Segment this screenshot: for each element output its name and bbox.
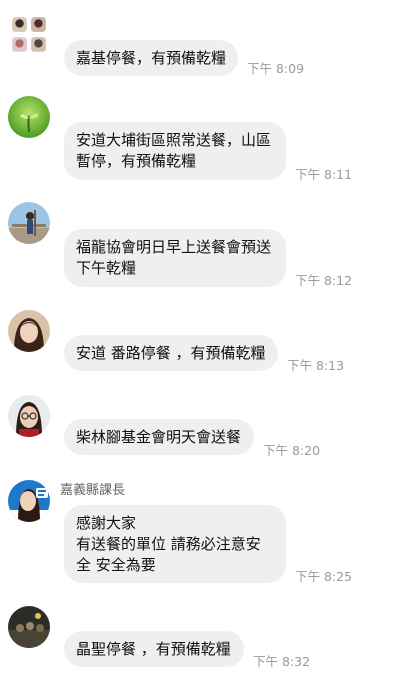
woman-portrait-avatar-icon <box>8 310 50 352</box>
outdoor-person-avatar-icon <box>8 202 50 244</box>
glasses-woman-avatar[interactable] <box>8 395 50 437</box>
chat-message-list[interactable]: 嘉基停餐，有預備乾糧 下午 8:09 安道大埔街區照常送餐，山區 暫停，有預備乾… <box>0 0 405 682</box>
outdoor-person-avatar[interactable] <box>8 202 50 244</box>
message-time: 下午 8:11 <box>295 167 353 182</box>
message-bubble[interactable]: 安道 番路停餐 ，有預備乾糧 <box>64 335 278 371</box>
group-avatar-icon <box>12 17 46 52</box>
official-avatar[interactable] <box>8 480 50 522</box>
woman-portrait-avatar[interactable] <box>8 310 50 352</box>
message-time: 下午 8:12 <box>295 273 353 288</box>
group-avatar[interactable] <box>8 14 48 54</box>
sender-name: 嘉義縣課長 <box>60 483 126 498</box>
message-time: 下午 8:09 <box>247 61 305 76</box>
message-bubble[interactable]: 安道大埔街區照常送餐，山區 暫停，有預備乾糧 <box>64 122 286 180</box>
plant-sprout-avatar[interactable] <box>8 96 50 138</box>
message-bubble[interactable]: 柴林腳基金會明天會送餐 <box>64 419 254 455</box>
message-time: 下午 8:25 <box>295 569 353 584</box>
message-bubble[interactable]: 感謝大家 有送餐的單位 請務必注意安 全 安全為要 <box>64 505 286 583</box>
message-bubble[interactable]: 晶聖停餐 ，有預備乾糧 <box>64 631 244 667</box>
message-bubble[interactable]: 嘉基停餐，有預備乾糧 <box>64 40 238 76</box>
plant-sprout-avatar-icon <box>8 96 50 138</box>
official-avatar-icon <box>8 480 50 522</box>
message-bubble[interactable]: 福龍協會明日早上送餐會預送 下午乾糧 <box>64 229 286 287</box>
message-time: 下午 8:13 <box>287 358 345 373</box>
night-scene-avatar[interactable] <box>8 606 50 648</box>
message-time: 下午 8:20 <box>263 443 321 458</box>
message-time: 下午 8:32 <box>253 654 311 669</box>
night-scene-avatar-icon <box>8 606 50 648</box>
glasses-woman-avatar-icon <box>8 395 50 437</box>
